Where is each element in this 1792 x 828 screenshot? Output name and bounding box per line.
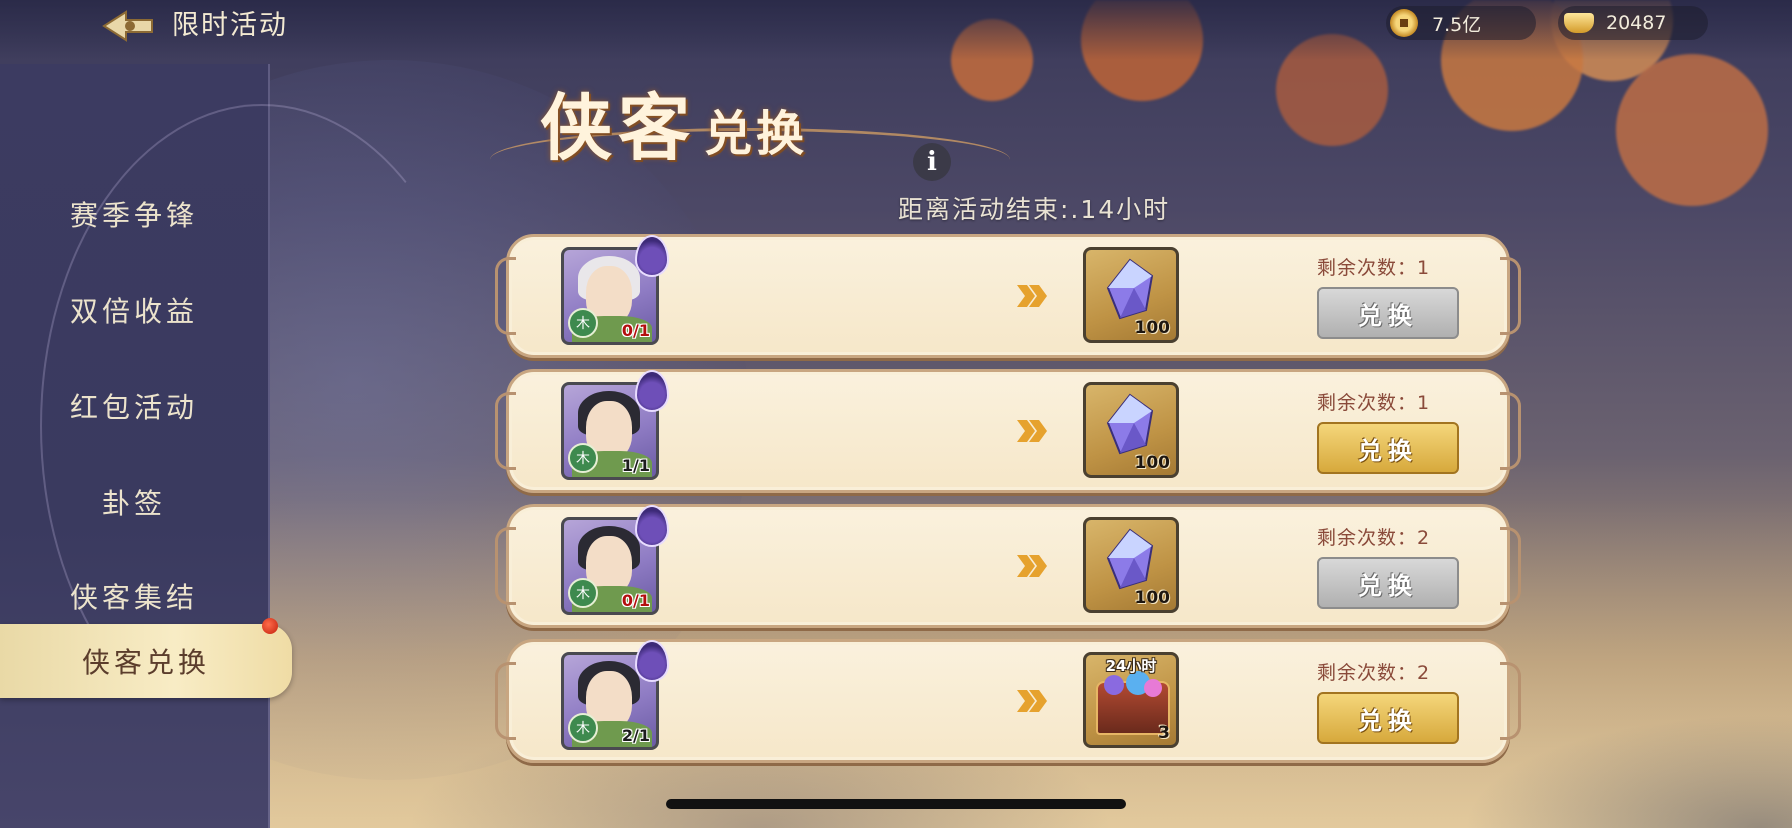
coin-icon bbox=[1390, 9, 1418, 37]
reward-card[interactable]: 24小时 3 bbox=[1083, 652, 1179, 748]
gem-icon bbox=[1104, 675, 1124, 695]
event-countdown: 距离活动结束:.14小时 bbox=[898, 195, 1171, 224]
exchange-button[interactable]: 兑换 bbox=[1317, 287, 1459, 339]
home-indicator[interactable] bbox=[666, 799, 1126, 809]
info-button[interactable]: i bbox=[913, 143, 951, 181]
top-bar: 限时活动 7.5亿 20487 bbox=[0, 0, 1792, 60]
exchange-row: 木 2/1 24小时 3 剩余次数：2 兑换 bbox=[495, 639, 1521, 763]
wood-element-badge: 木 bbox=[568, 578, 598, 608]
back-arrow-icon bbox=[102, 10, 153, 42]
exchange-row: 木 0/1 100 剩余次数：2 兑换 bbox=[495, 504, 1521, 628]
event-title: 侠客 兑换 bbox=[540, 64, 808, 174]
exchange-button[interactable]: 兑换 bbox=[1317, 557, 1459, 609]
hero-count: 1/1 bbox=[621, 456, 650, 475]
reward-card[interactable]: 100 bbox=[1083, 247, 1179, 343]
sidebar-item-label: 侠客集结 bbox=[69, 581, 198, 614]
crystal-icon bbox=[1106, 393, 1154, 455]
hero-count: 0/1 bbox=[621, 321, 650, 340]
event-title-sub: 兑换 bbox=[704, 106, 809, 162]
double-chevron-right-icon bbox=[1017, 555, 1047, 577]
back-button[interactable] bbox=[100, 4, 156, 48]
remaining-count: 剩余次数：2 bbox=[1317, 662, 1431, 684]
reward-quantity: 100 bbox=[1134, 588, 1171, 608]
sidebar-item-label: 卦签 bbox=[101, 487, 166, 520]
remaining-count: 剩余次数：2 bbox=[1317, 527, 1431, 549]
gold-ingot-icon bbox=[1564, 13, 1594, 33]
notification-dot bbox=[262, 618, 278, 634]
sidebar: 赛季争锋 双倍收益 红包活动 卦签 侠客集结 侠客兑换 bbox=[0, 64, 484, 828]
sidebar-item-label: 双倍收益 bbox=[69, 295, 198, 328]
purple-flame-icon bbox=[635, 235, 669, 277]
info-icon: i bbox=[927, 147, 937, 177]
reward-card[interactable]: 100 bbox=[1083, 382, 1179, 478]
sidebar-item-double-reward[interactable]: 双倍收益 bbox=[0, 278, 268, 342]
exchange-row: 木 0/1 100 剩余次数：1 兑换 bbox=[495, 234, 1521, 358]
ingot-balance[interactable]: 20487 bbox=[1558, 6, 1708, 40]
crystal-icon bbox=[1106, 528, 1154, 590]
wood-element-badge: 木 bbox=[568, 308, 598, 338]
exchange-button[interactable]: 兑换 bbox=[1317, 422, 1459, 474]
purple-flame-icon bbox=[635, 640, 669, 682]
exchange-row: 木 1/1 100 剩余次数：1 兑换 bbox=[495, 369, 1521, 493]
double-chevron-right-icon bbox=[1017, 285, 1047, 307]
coin-balance[interactable]: 7.5亿 bbox=[1386, 6, 1536, 40]
exchange-button[interactable]: 兑换 bbox=[1317, 692, 1459, 744]
ingot-value: 20487 bbox=[1606, 12, 1667, 34]
reward-quantity: 3 bbox=[1158, 723, 1170, 743]
remaining-count: 剩余次数：1 bbox=[1317, 392, 1431, 414]
sidebar-item-label: 赛季争锋 bbox=[69, 199, 198, 232]
remaining-count: 剩余次数：1 bbox=[1317, 257, 1431, 279]
sidebar-item-season[interactable]: 赛季争锋 bbox=[0, 182, 268, 246]
purple-flame-icon bbox=[635, 370, 669, 412]
wood-element-badge: 木 bbox=[568, 713, 598, 743]
reward-quantity: 100 bbox=[1134, 453, 1171, 473]
purple-flame-icon bbox=[635, 505, 669, 547]
double-chevron-right-icon bbox=[1017, 420, 1047, 442]
sidebar-item-label: 红包活动 bbox=[69, 391, 198, 424]
sidebar-item-hero-exchange[interactable]: 侠客兑换 bbox=[0, 618, 292, 698]
event-title-main: 侠客 bbox=[540, 85, 697, 170]
reward-card[interactable]: 100 bbox=[1083, 517, 1179, 613]
page-title: 限时活动 bbox=[172, 10, 288, 41]
gem-icon bbox=[1144, 679, 1162, 697]
sidebar-item-fortune[interactable]: 卦签 bbox=[0, 470, 268, 534]
coin-value: 7.5亿 bbox=[1432, 13, 1482, 36]
crystal-icon bbox=[1106, 258, 1154, 320]
reward-duration: 24小时 bbox=[1105, 657, 1157, 675]
sidebar-item-label: 侠客兑换 bbox=[81, 646, 210, 679]
wood-element-badge: 木 bbox=[568, 443, 598, 473]
hero-count: 0/1 bbox=[621, 591, 650, 610]
double-chevron-right-icon bbox=[1017, 690, 1047, 712]
hero-count: 2/1 bbox=[621, 726, 650, 745]
reward-quantity: 100 bbox=[1134, 318, 1171, 338]
sidebar-item-red-packet[interactable]: 红包活动 bbox=[0, 374, 268, 438]
sidebar-item-hero-gather[interactable]: 侠客集结 bbox=[0, 564, 268, 628]
